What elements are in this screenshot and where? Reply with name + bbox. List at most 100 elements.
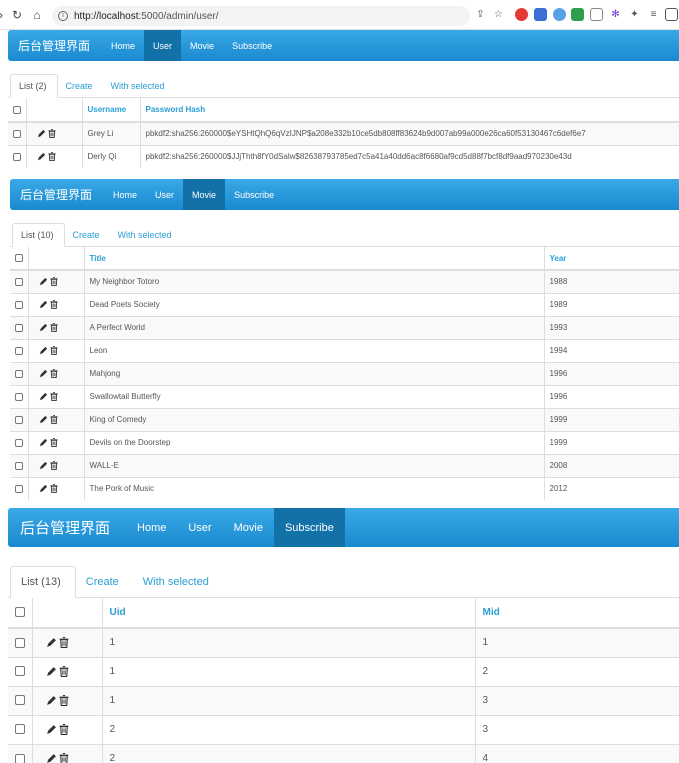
pencil-icon[interactable]	[46, 753, 57, 763]
trash-icon[interactable]	[50, 484, 58, 494]
extension-translate-icon[interactable]	[534, 8, 547, 21]
tab-create[interactable]: Create	[76, 567, 133, 597]
row-checkbox[interactable]	[15, 346, 23, 355]
trash-icon[interactable]	[59, 723, 69, 735]
row-checkbox[interactable]	[13, 153, 21, 162]
cell-username: Grey Li	[81, 121, 140, 145]
row-checkbox[interactable]	[15, 637, 25, 648]
column-header-password-hash[interactable]: Password Hash	[139, 98, 679, 123]
trash-icon[interactable]	[50, 277, 58, 287]
extension-red-icon[interactable]	[515, 8, 528, 21]
row-checkbox[interactable]	[15, 438, 23, 447]
tab-list[interactable]: List (2)	[10, 74, 58, 98]
trash-icon[interactable]	[50, 392, 58, 402]
nav-movie[interactable]: Movie	[183, 179, 226, 210]
pencil-icon[interactable]	[39, 392, 48, 401]
pencil-icon[interactable]	[46, 666, 57, 677]
pencil-icon[interactable]	[39, 438, 48, 447]
trash-icon[interactable]	[50, 300, 58, 310]
nav-subscribe[interactable]: Subscribe	[223, 30, 281, 61]
column-header-mid[interactable]: Mid	[474, 598, 679, 629]
nav-user[interactable]: User	[177, 508, 222, 547]
info-icon[interactable]: i	[58, 11, 68, 21]
pencil-icon[interactable]	[39, 346, 48, 355]
trash-icon[interactable]	[50, 323, 58, 333]
extension-compass-icon[interactable]	[553, 8, 566, 21]
row-checkbox[interactable]	[15, 323, 23, 332]
share-icon[interactable]: ⇪	[474, 8, 487, 21]
select-all-checkbox[interactable]	[15, 254, 23, 263]
reload-icon[interactable]: ↻	[8, 6, 26, 24]
pencil-icon[interactable]	[39, 369, 48, 378]
row-checkbox[interactable]	[15, 392, 23, 401]
extension-doc-icon[interactable]	[590, 8, 603, 21]
side-panel-icon[interactable]	[665, 8, 678, 21]
nav-user[interactable]: User	[144, 30, 182, 61]
row-checkbox[interactable]	[15, 666, 25, 677]
home-icon[interactable]: ⌂	[28, 6, 46, 24]
column-header-username[interactable]: Username	[81, 98, 140, 123]
bookmark-star-icon[interactable]: ☆	[492, 8, 505, 21]
brand-title[interactable]: 后台管理界面	[10, 179, 104, 210]
tab-list[interactable]: List (13)	[10, 566, 76, 598]
nav-home[interactable]: Home	[126, 508, 177, 547]
tab-create[interactable]: Create	[65, 224, 110, 246]
pencil-icon[interactable]	[39, 461, 48, 470]
pencil-icon[interactable]	[37, 152, 46, 161]
row-checkbox[interactable]	[13, 130, 21, 139]
pencil-icon[interactable]	[46, 695, 57, 706]
trash-icon[interactable]	[59, 753, 69, 763]
row-checkbox[interactable]	[15, 461, 23, 470]
nav-subscribe[interactable]: Subscribe	[225, 179, 283, 210]
nav-home[interactable]: Home	[104, 179, 146, 210]
row-checkbox[interactable]	[15, 753, 25, 763]
trash-icon[interactable]	[50, 346, 58, 356]
trash-icon[interactable]	[59, 665, 69, 677]
pencil-icon[interactable]	[39, 484, 48, 493]
extension-gear-icon[interactable]: ✻	[609, 8, 622, 21]
pencil-icon[interactable]	[39, 277, 48, 286]
tab-with-selected[interactable]: With selected	[133, 567, 223, 597]
trash-icon[interactable]	[50, 461, 58, 471]
row-checkbox[interactable]	[15, 369, 23, 378]
trash-icon[interactable]	[59, 637, 69, 649]
nav-home[interactable]: Home	[102, 30, 144, 61]
trash-icon[interactable]	[48, 129, 56, 139]
tab-with-selected[interactable]: With selected	[110, 224, 182, 246]
pencil-icon[interactable]	[46, 637, 57, 648]
extensions-puzzle-icon[interactable]: ✦	[628, 8, 641, 21]
nav-user[interactable]: User	[146, 179, 183, 210]
tab-with-selected[interactable]: With selected	[103, 75, 175, 97]
pencil-icon[interactable]	[39, 415, 48, 424]
row-checkbox[interactable]	[15, 485, 23, 494]
trash-icon[interactable]	[50, 438, 58, 448]
brand-title[interactable]: 后台管理界面	[8, 30, 102, 61]
pencil-icon[interactable]	[39, 300, 48, 309]
row-checkbox[interactable]	[15, 695, 25, 706]
reading-list-icon[interactable]: ≡	[647, 8, 660, 21]
pencil-icon[interactable]	[39, 323, 48, 332]
row-checkbox[interactable]	[15, 278, 23, 287]
select-all-checkbox[interactable]	[13, 105, 21, 114]
column-header-title[interactable]: Title	[83, 247, 544, 271]
nav-subscribe[interactable]: Subscribe	[273, 508, 345, 547]
nav-movie[interactable]: Movie	[223, 508, 274, 547]
pencil-icon[interactable]	[46, 724, 57, 735]
column-header-year[interactable]: Year	[543, 247, 679, 271]
column-header-uid[interactable]: Uid	[101, 598, 475, 629]
pencil-icon[interactable]	[37, 129, 46, 138]
brand-title[interactable]: 后台管理界面	[8, 508, 126, 547]
trash-icon[interactable]	[59, 694, 69, 706]
tab-create[interactable]: Create	[58, 75, 103, 97]
nav-movie[interactable]: Movie	[181, 30, 223, 61]
row-checkbox[interactable]	[15, 724, 25, 735]
trash-icon[interactable]	[48, 152, 56, 162]
tab-list[interactable]: List (10)	[12, 223, 65, 247]
row-checkbox[interactable]	[15, 300, 23, 309]
row-checkbox[interactable]	[15, 415, 23, 424]
trash-icon[interactable]	[50, 415, 58, 425]
select-all-checkbox[interactable]	[15, 607, 25, 618]
extension-green-icon[interactable]	[571, 8, 584, 21]
trash-icon[interactable]	[50, 369, 58, 379]
address-bar[interactable]: i http://localhost:5000/admin/user/	[52, 6, 470, 26]
